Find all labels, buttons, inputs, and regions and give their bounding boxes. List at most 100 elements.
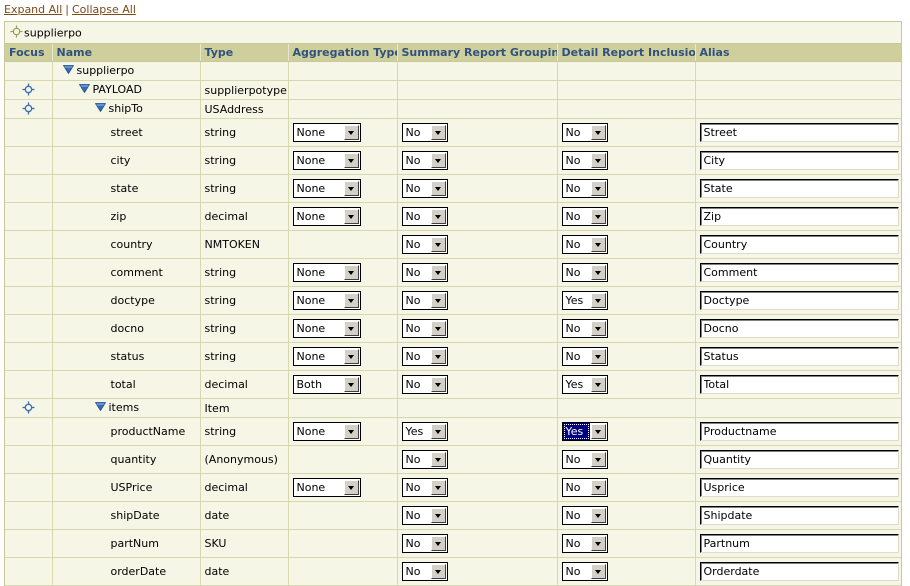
alias-input[interactable]	[699, 450, 899, 469]
aggregation-type-select[interactable]: None	[292, 207, 361, 226]
chevron-down-icon[interactable]	[343, 424, 359, 439]
aggregation-type-select[interactable]: None	[292, 347, 361, 366]
alias-input[interactable]	[699, 506, 899, 525]
chevron-down-icon[interactable]	[590, 153, 606, 168]
chevron-down-icon[interactable]	[590, 181, 606, 196]
chevron-down-icon[interactable]	[590, 293, 606, 308]
summary-report-grouping-select[interactable]: No	[401, 562, 448, 581]
summary-report-grouping-select[interactable]: No	[401, 179, 448, 198]
detail-report-inclusion-select[interactable]: No	[561, 319, 608, 338]
alias-input[interactable]	[699, 123, 899, 142]
alias-input[interactable]	[699, 562, 899, 581]
chevron-down-icon[interactable]	[590, 452, 606, 467]
detail-report-inclusion-select[interactable]: No	[561, 562, 608, 581]
chevron-down-icon[interactable]	[430, 536, 446, 551]
summary-report-grouping-select[interactable]: No	[401, 207, 448, 226]
alias-input[interactable]	[699, 478, 899, 497]
chevron-down-icon[interactable]	[343, 480, 359, 495]
aggregation-type-select[interactable]: None	[292, 422, 361, 441]
chevron-down-icon[interactable]	[590, 424, 606, 439]
summary-report-grouping-select[interactable]: No	[401, 375, 448, 394]
aggregation-type-select[interactable]: None	[292, 478, 361, 497]
summary-report-grouping-select[interactable]: No	[401, 506, 448, 525]
chevron-down-icon[interactable]	[590, 237, 606, 252]
chevron-down-icon[interactable]	[590, 564, 606, 579]
alias-input[interactable]	[699, 375, 899, 394]
detail-report-inclusion-select[interactable]: No	[561, 179, 608, 198]
chevron-down-icon[interactable]	[430, 209, 446, 224]
chevron-down-icon[interactable]	[430, 377, 446, 392]
summary-report-grouping-select[interactable]: Yes	[401, 422, 448, 441]
alias-input[interactable]	[699, 534, 899, 553]
chevron-down-icon[interactable]	[343, 293, 359, 308]
chevron-down-icon[interactable]	[430, 564, 446, 579]
aggregation-type-select[interactable]: None	[292, 151, 361, 170]
aggregation-type-select[interactable]: None	[292, 179, 361, 198]
summary-report-grouping-select[interactable]: No	[401, 347, 448, 366]
chevron-down-icon[interactable]	[590, 349, 606, 364]
alias-input[interactable]	[699, 207, 899, 226]
chevron-down-icon[interactable]	[590, 265, 606, 280]
chevron-down-icon[interactable]	[343, 265, 359, 280]
chevron-down-icon[interactable]	[343, 377, 359, 392]
aggregation-type-select[interactable]: None	[292, 319, 361, 338]
chevron-down-icon[interactable]	[430, 181, 446, 196]
chevron-down-icon[interactable]	[590, 321, 606, 336]
summary-report-grouping-select[interactable]: No	[401, 450, 448, 469]
alias-input[interactable]	[699, 235, 899, 254]
summary-report-grouping-select[interactable]: No	[401, 478, 448, 497]
chevron-down-icon[interactable]	[343, 349, 359, 364]
summary-report-grouping-select[interactable]: No	[401, 319, 448, 338]
summary-report-grouping-select[interactable]: No	[401, 151, 448, 170]
chevron-down-icon[interactable]	[343, 209, 359, 224]
alias-input[interactable]	[699, 319, 899, 338]
alias-input[interactable]	[699, 179, 899, 198]
detail-report-inclusion-select[interactable]: No	[561, 478, 608, 497]
breadcrumb-label[interactable]: supplierpo	[24, 27, 82, 40]
chevron-down-icon[interactable]	[430, 321, 446, 336]
chevron-down-icon[interactable]	[590, 508, 606, 523]
detail-report-inclusion-select[interactable]: No	[561, 263, 608, 282]
summary-report-grouping-select[interactable]: No	[401, 123, 448, 142]
chevron-down-icon[interactable]	[430, 452, 446, 467]
detail-report-inclusion-select[interactable]: No	[561, 151, 608, 170]
triangle-down-icon[interactable]	[62, 64, 74, 75]
alias-input[interactable]	[699, 347, 899, 366]
chevron-down-icon[interactable]	[590, 125, 606, 140]
triangle-down-icon[interactable]	[94, 102, 106, 113]
chevron-down-icon[interactable]	[430, 293, 446, 308]
aggregation-type-select[interactable]: None	[292, 263, 361, 282]
chevron-down-icon[interactable]	[590, 480, 606, 495]
alias-input[interactable]	[699, 422, 899, 441]
focus-crosshair-icon[interactable]	[22, 83, 35, 96]
collapse-all-link[interactable]: Collapse All	[72, 3, 136, 16]
chevron-down-icon[interactable]	[343, 125, 359, 140]
alias-input[interactable]	[699, 291, 899, 310]
chevron-down-icon[interactable]	[343, 321, 359, 336]
alias-input[interactable]	[699, 263, 899, 282]
summary-report-grouping-select[interactable]: No	[401, 235, 448, 254]
summary-report-grouping-select[interactable]: No	[401, 534, 448, 553]
chevron-down-icon[interactable]	[430, 153, 446, 168]
chevron-down-icon[interactable]	[590, 536, 606, 551]
aggregation-type-select[interactable]: None	[292, 123, 361, 142]
expand-all-link[interactable]: Expand All	[4, 3, 62, 16]
detail-report-inclusion-select[interactable]: No	[561, 347, 608, 366]
chevron-down-icon[interactable]	[430, 480, 446, 495]
detail-report-inclusion-select[interactable]: No	[561, 506, 608, 525]
chevron-down-icon[interactable]	[430, 265, 446, 280]
chevron-down-icon[interactable]	[343, 181, 359, 196]
detail-report-inclusion-select[interactable]: No	[561, 235, 608, 254]
chevron-down-icon[interactable]	[430, 424, 446, 439]
focus-crosshair-icon[interactable]	[22, 102, 35, 115]
chevron-down-icon[interactable]	[430, 508, 446, 523]
chevron-down-icon[interactable]	[430, 125, 446, 140]
chevron-down-icon[interactable]	[430, 349, 446, 364]
triangle-down-icon[interactable]	[78, 83, 90, 94]
focus-crosshair-icon[interactable]	[22, 401, 35, 414]
detail-report-inclusion-select[interactable]: Yes	[561, 375, 608, 394]
triangle-down-icon[interactable]	[94, 401, 106, 412]
chevron-down-icon[interactable]	[343, 153, 359, 168]
detail-report-inclusion-select[interactable]: No	[561, 123, 608, 142]
chevron-down-icon[interactable]	[590, 209, 606, 224]
